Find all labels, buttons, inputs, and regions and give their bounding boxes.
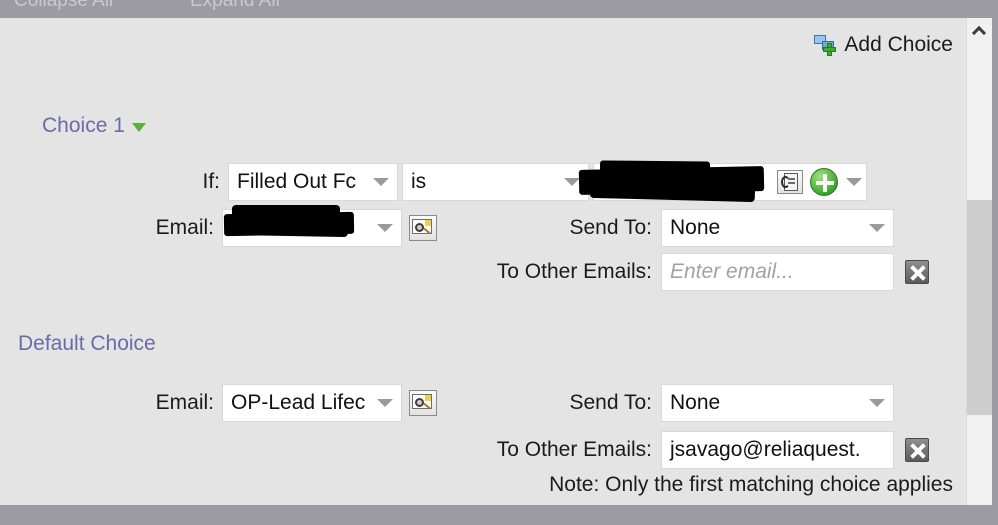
if-value-field[interactable] (593, 163, 867, 201)
add-value-plus-icon[interactable] (810, 168, 838, 196)
preview-magnifier-icon[interactable] (409, 390, 437, 416)
choice-1-other-emails-placeholder: Enter email... (670, 260, 794, 283)
choice-1-heading: Choice 1 (42, 114, 146, 138)
scroll-up-chevron-icon[interactable] (967, 18, 993, 44)
default-email-label: Email: (155, 391, 214, 414)
choice-1-email-row: Email: /R (152, 209, 437, 247)
expand-all-button[interactable]: Expand All (190, 0, 280, 12)
chevron-down-icon (377, 399, 393, 407)
chevron-down-icon (869, 224, 885, 232)
if-field-select[interactable]: Filled Out Fc (228, 163, 398, 201)
choice-1-send-to-value: None (670, 216, 721, 239)
default-send-to-value: None (670, 391, 721, 414)
choice-1-other-emails-row: To Other Emails: Enter email... (469, 253, 929, 291)
add-choice-button[interactable]: Add Choice (814, 33, 953, 57)
chevron-down-icon[interactable] (846, 178, 862, 186)
choice-1-send-to-select[interactable]: None (661, 209, 894, 247)
default-send-to-label: Send To: (569, 391, 652, 414)
toolbar-strip: Collapse All Expand All (0, 0, 998, 18)
choice-1-sendto-row: Send To: None (557, 209, 894, 247)
email-label: Email: (155, 216, 214, 239)
if-field-value: Filled Out Fc (237, 170, 357, 193)
to-other-emails-label: To Other Emails: (496, 260, 652, 283)
vertical-scrollbar[interactable] (966, 18, 993, 505)
choice-1-other-emails-input[interactable]: Enter email... (661, 253, 894, 291)
choice-1-email-select[interactable]: /R (222, 209, 402, 247)
default-choice-heading: Default Choice (18, 332, 156, 356)
choice-1-email-value: /R (231, 216, 252, 239)
default-other-emails-row: To Other Emails: jsavago@reliaquest. (469, 431, 929, 469)
clear-x-icon[interactable] (905, 260, 929, 284)
collapse-all-button[interactable]: Collapse All (14, 0, 113, 12)
chevron-down-icon (564, 178, 580, 186)
send-to-label: Send To: (569, 216, 652, 239)
default-sendto-row: Send To: None (557, 384, 894, 422)
if-operator-select[interactable]: is (402, 163, 589, 201)
chevron-down-icon (373, 178, 389, 186)
app-root: Collapse All Expand All Add Choice Choic… (0, 0, 998, 525)
if-label: If: (202, 170, 220, 193)
chevron-down-icon (377, 224, 393, 232)
window-right-edge (992, 0, 998, 525)
if-operator-value: is (411, 170, 427, 193)
default-email-select[interactable]: OP-Lead Lifec (222, 384, 402, 422)
choice-1-if-row: If: Filled Out Fc is (196, 163, 867, 201)
choice-1-title: Choice 1 (42, 114, 125, 137)
choices-pane: Add Choice Choice 1 If: Filled Out Fc is (0, 18, 963, 505)
add-choice-label: Add Choice (844, 33, 953, 56)
default-email-row: Email: OP-Lead Lifec (152, 384, 437, 422)
chevron-down-icon (869, 399, 885, 407)
lookup-icon[interactable] (777, 170, 803, 194)
collapse-triangle-icon[interactable] (131, 123, 146, 132)
clear-x-icon[interactable] (905, 438, 929, 462)
default-other-emails-value: jsavago@reliaquest. (670, 438, 861, 461)
preview-magnifier-icon[interactable] (409, 215, 437, 241)
add-choice-icon (814, 34, 838, 56)
matching-note: Note: Only the first matching choice app… (549, 473, 953, 496)
default-email-value: OP-Lead Lifec (231, 391, 366, 414)
window-footer-bar (0, 505, 998, 525)
scrollbar-thumb[interactable] (967, 200, 993, 415)
default-other-emails-input[interactable]: jsavago@reliaquest. (661, 431, 894, 469)
default-send-to-select[interactable]: None (661, 384, 894, 422)
default-to-other-emails-label: To Other Emails: (496, 438, 652, 461)
default-choice-title: Default Choice (18, 332, 156, 355)
